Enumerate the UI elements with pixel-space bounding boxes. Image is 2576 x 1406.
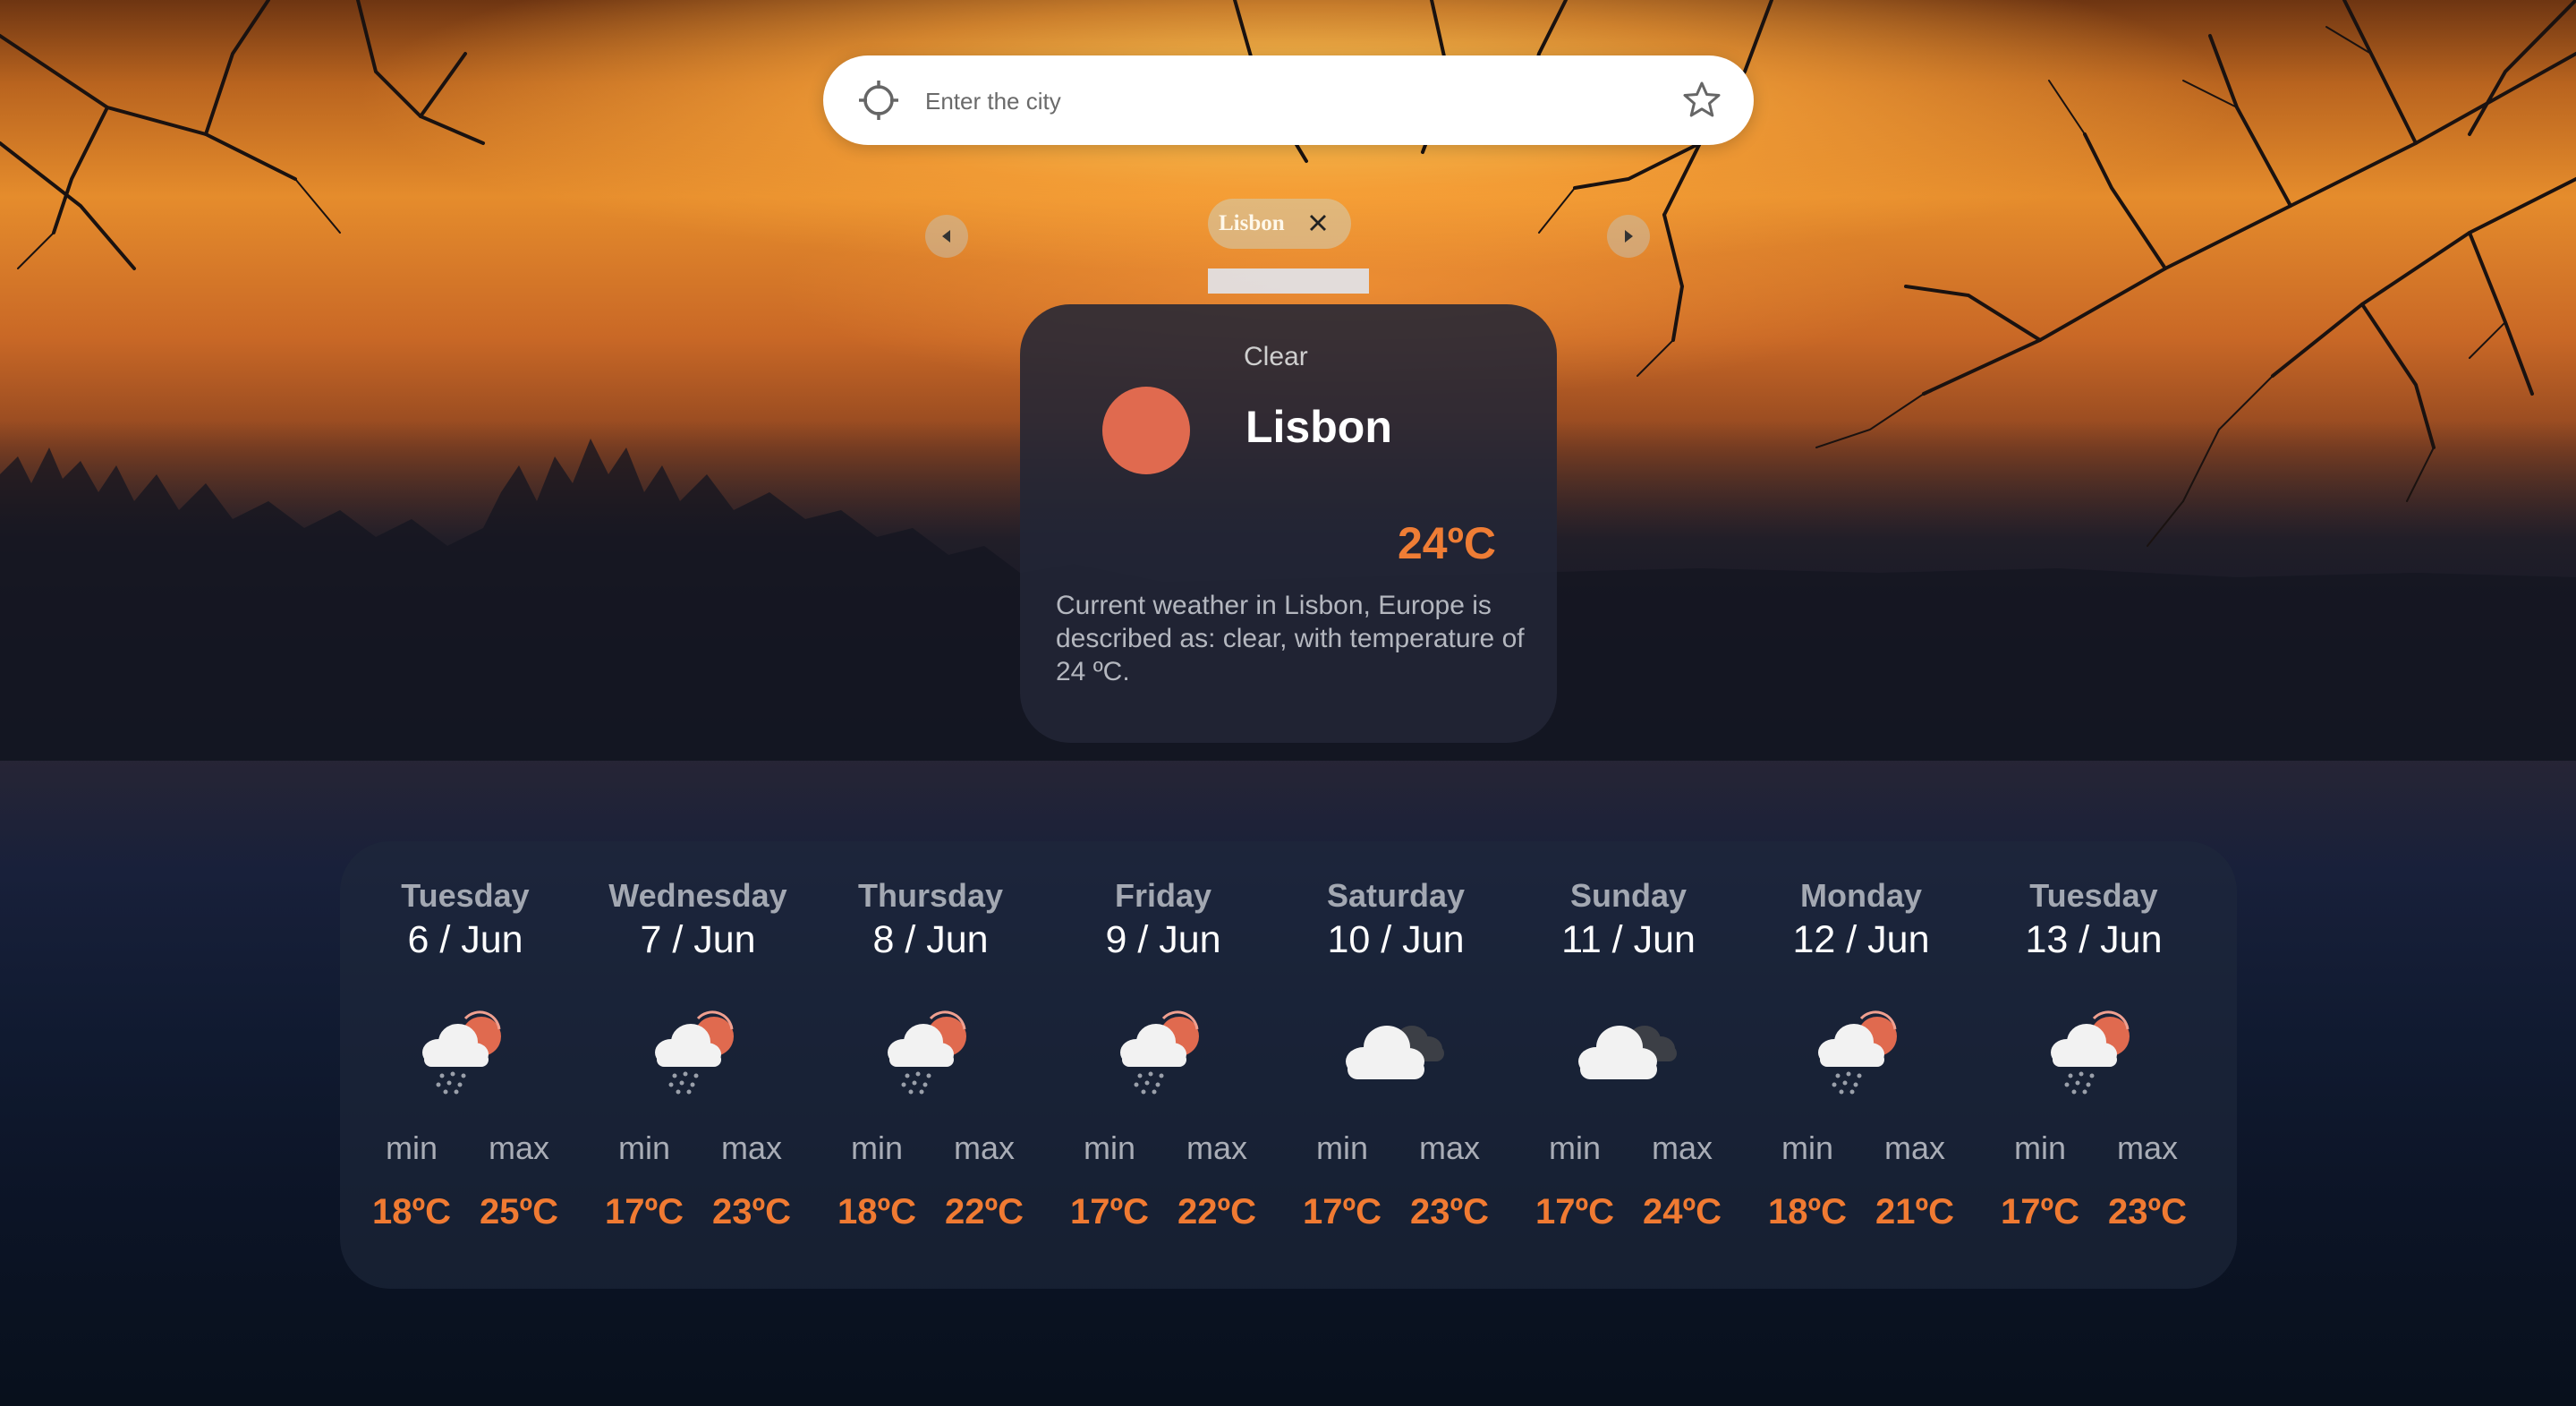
search-bar bbox=[823, 55, 1754, 145]
forecast-min-temp: 17ºC bbox=[605, 1192, 684, 1231]
forecast-max-temp: 23ºC bbox=[1410, 1192, 1489, 1231]
rain-cloud-sun-icon bbox=[412, 1002, 519, 1101]
forecast-date: 8 / Jun bbox=[872, 918, 989, 961]
forecast-max-temp: 25ºC bbox=[480, 1192, 558, 1231]
forecast-day-name: Saturday bbox=[1326, 877, 1466, 914]
forecast-day-card: Friday 9 / Jun min max 17ºC 22ºC bbox=[1047, 841, 1279, 1289]
forecast-date: 9 / Jun bbox=[1105, 918, 1221, 961]
caret-right-icon bbox=[1625, 230, 1633, 243]
forecast-max-label: max bbox=[1883, 1129, 1945, 1166]
forecast-min-temp: 17ºC bbox=[1070, 1192, 1149, 1231]
forecast-day-name: Tuesday bbox=[401, 877, 530, 914]
forecast-min-temp: 18ºC bbox=[372, 1192, 451, 1231]
rain-cloud-sun-icon bbox=[877, 1002, 984, 1101]
forecast-max-label: max bbox=[1651, 1129, 1713, 1166]
forecast-day-name: Thursday bbox=[857, 877, 1004, 914]
forecast-min-label: min bbox=[385, 1129, 438, 1166]
forecast-min-temp: 17ºC bbox=[1303, 1192, 1382, 1231]
forecast-min-label: min bbox=[617, 1129, 670, 1166]
forecast-min-label: min bbox=[850, 1129, 903, 1166]
forecast-max-temp: 22ºC bbox=[945, 1192, 1024, 1231]
saved-city-label: Lisbon bbox=[1219, 211, 1285, 235]
current-weather-card: Clear Lisbon 24ºC Current weather in Lis… bbox=[1020, 304, 1557, 743]
forecast-min-label: min bbox=[1083, 1129, 1135, 1166]
rain-cloud-sun-icon bbox=[644, 1002, 752, 1101]
forecast-day-card: Saturday 10 / Jun min max 17ºC 23ºC bbox=[1279, 841, 1512, 1289]
forecast-min-label: min bbox=[1781, 1129, 1833, 1166]
forecast-day-card: Thursday 8 / Jun min max 18ºC 22ºC bbox=[814, 841, 1047, 1289]
forecast-max-label: max bbox=[1418, 1129, 1480, 1166]
forecast-max-temp: 22ºC bbox=[1177, 1192, 1256, 1231]
forecast-day-card: Monday 12 / Jun min max 18ºC 21ºC bbox=[1745, 841, 1977, 1289]
forecast-max-label: max bbox=[720, 1129, 782, 1166]
carousel-prev-button[interactable] bbox=[925, 215, 968, 258]
forecast-min-label: min bbox=[2013, 1129, 2066, 1166]
forecast-max-label: max bbox=[953, 1129, 1015, 1166]
forecast-day-name: Wednesday bbox=[608, 877, 787, 914]
saved-city-chip[interactable]: Lisbon bbox=[1208, 199, 1351, 249]
forecast-date: 12 / Jun bbox=[1792, 918, 1930, 961]
forecast-day-name: Sunday bbox=[1569, 877, 1688, 914]
carousel-scroll-indicator bbox=[1208, 268, 1369, 294]
star-icon[interactable] bbox=[1680, 79, 1723, 122]
cloudy-icon bbox=[1575, 1002, 1682, 1101]
forecast-day-name: Monday bbox=[1799, 877, 1922, 914]
cloudy-icon bbox=[1342, 1002, 1450, 1101]
forecast-day-name: Tuesday bbox=[2029, 877, 2158, 914]
crosshair-icon[interactable] bbox=[857, 79, 900, 122]
close-icon[interactable] bbox=[1305, 209, 1331, 236]
current-weather-description: Current weather in Lisbon, Europe is des… bbox=[1056, 591, 1525, 686]
caret-left-icon bbox=[942, 230, 950, 243]
forecast-max-temp: 23ºC bbox=[2108, 1192, 2187, 1231]
forecast-max-temp: 24ºC bbox=[1643, 1192, 1722, 1231]
forecast-min-temp: 18ºC bbox=[837, 1192, 916, 1231]
sun-icon bbox=[1102, 387, 1190, 474]
forecast-min-label: min bbox=[1548, 1129, 1601, 1166]
forecast-day-card: Wednesday 7 / Jun min max 17ºC 23ºC bbox=[582, 841, 814, 1289]
carousel-next-button[interactable] bbox=[1607, 215, 1650, 258]
forecast-date: 6 / Jun bbox=[407, 918, 523, 961]
city-search-input[interactable] bbox=[923, 78, 1589, 124]
forecast-date: 10 / Jun bbox=[1327, 918, 1465, 961]
forecast-min-temp: 17ºC bbox=[1535, 1192, 1614, 1231]
current-temperature: 24ºC bbox=[1398, 518, 1496, 568]
forecast-date: 13 / Jun bbox=[2025, 918, 2163, 961]
forecast-day-card: Tuesday 13 / Jun min max 17ºC 23ºC bbox=[1977, 841, 2210, 1289]
forecast-min-label: min bbox=[1315, 1129, 1368, 1166]
forecast-day-name: Friday bbox=[1114, 877, 1212, 914]
forecast-min-temp: 18ºC bbox=[1768, 1192, 1847, 1231]
forecast-max-temp: 23ºC bbox=[712, 1192, 791, 1231]
forecast-day-card: Tuesday 6 / Jun min max 18ºC 25ºC bbox=[349, 841, 582, 1289]
forecast-max-temp: 21ºC bbox=[1875, 1192, 1954, 1231]
forecast-panel: Tuesday 6 / Jun min max 18ºC 25ºC Wednesday 7 /… bbox=[340, 841, 2237, 1289]
rain-cloud-sun-icon bbox=[1807, 1002, 1915, 1101]
forecast-max-label: max bbox=[2116, 1129, 2178, 1166]
forecast-min-temp: 17ºC bbox=[2001, 1192, 2079, 1231]
rain-cloud-sun-icon bbox=[2040, 1002, 2147, 1101]
rain-cloud-sun-icon bbox=[1109, 1002, 1217, 1101]
forecast-date: 7 / Jun bbox=[640, 918, 756, 961]
current-condition: Clear bbox=[1244, 342, 1308, 371]
current-city-name: Lisbon bbox=[1245, 402, 1392, 452]
forecast-day-card: Sunday 11 / Jun min max 17ºC 24ºC bbox=[1512, 841, 1745, 1289]
forecast-max-label: max bbox=[1186, 1129, 1247, 1166]
forecast-max-label: max bbox=[488, 1129, 549, 1166]
forecast-date: 11 / Jun bbox=[1561, 918, 1696, 961]
